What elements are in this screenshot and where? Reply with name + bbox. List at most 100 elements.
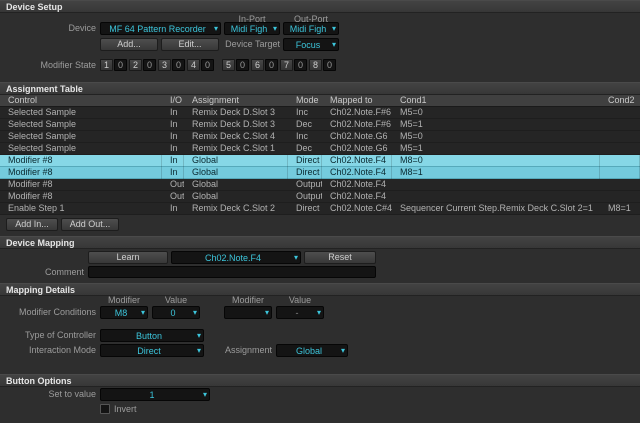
modifier-state-label: Modifier State — [40, 60, 96, 70]
cell-mapped-to: Ch02.Note.F4 — [322, 167, 392, 179]
out-port-select[interactable]: Midi Figh — [283, 22, 339, 35]
table-row[interactable]: Selected Sample In Remix Deck C.Slot 4 I… — [0, 131, 640, 143]
table-row[interactable]: Selected Sample In Remix Deck D.Slot 3 I… — [0, 107, 640, 119]
table-row-selected[interactable]: Modifier #8 In Global Direct Ch02.Note.F… — [0, 167, 640, 179]
modifier-condition2-select[interactable] — [224, 306, 272, 319]
cell-mode: Direct — [296, 203, 320, 213]
device-target-select-value: Focus — [295, 39, 321, 50]
in-port-select-value: Midi Figh — [230, 23, 268, 34]
modifier-state-value[interactable]: 0 — [323, 59, 336, 71]
interaction-mode-label: Interaction Mode — [28, 345, 96, 355]
modifier-state-num: 2 — [129, 59, 142, 71]
mapped-to-select[interactable]: Ch02.Note.F4 — [171, 251, 301, 264]
add-in-button[interactable]: Add In... — [6, 218, 58, 231]
cell-mode: Dec — [296, 119, 313, 129]
table-row[interactable]: Modifier #8 Out Global Output Ch02.Note.… — [0, 191, 640, 203]
modifier-condition1-value-value: 0 — [170, 307, 176, 318]
in-port-select[interactable]: Midi Figh — [224, 22, 280, 35]
cell-assignment: Global — [184, 155, 288, 167]
chevron-down-icon — [332, 23, 336, 34]
cell-control: Selected Sample — [8, 143, 77, 153]
set-to-value-select[interactable]: 1 — [100, 388, 210, 401]
modifier-state-value[interactable]: 0 — [114, 59, 127, 71]
device-target-select[interactable]: Focus — [283, 38, 339, 51]
type-of-controller-label: Type of Controller — [24, 330, 96, 340]
cell-mode: Inc — [296, 131, 309, 141]
modifier-condition1-value-select[interactable]: 0 — [152, 306, 200, 319]
chevron-down-icon — [332, 39, 336, 50]
modifier-state-num: 3 — [158, 59, 171, 71]
cell-cond1 — [392, 179, 600, 191]
section-header-assignment-table: Assignment Table — [0, 82, 640, 95]
assignment-label: Assignment — [224, 345, 272, 355]
modifier-condition2-value-select[interactable]: - — [276, 306, 324, 319]
chevron-down-icon — [197, 330, 201, 341]
modifier-state-value[interactable]: 0 — [172, 59, 185, 71]
cell-control: Selected Sample — [8, 107, 77, 117]
cell-io: In — [170, 131, 178, 141]
chevron-down-icon — [214, 23, 218, 34]
modifier-state-value[interactable]: 0 — [265, 59, 278, 71]
chevron-down-icon — [265, 307, 269, 318]
cell-cond1: M8=0 — [392, 155, 600, 167]
cell-mapped-to: Ch02.Note.F#6 — [330, 107, 392, 117]
column-header-cond2: Cond2 — [608, 95, 635, 105]
table-header-row: Control I/O Assignment Mode Mapped to Co… — [0, 95, 640, 107]
cell-io: In — [170, 107, 178, 117]
cell-assignment: Global — [192, 191, 219, 201]
cell-cond1: Sequencer Current Step.Remix Deck C.Slot… — [400, 203, 593, 213]
cell-cond2 — [600, 131, 640, 143]
section-header-device-setup: Device Setup — [0, 0, 640, 13]
device-label: Device — [68, 23, 96, 33]
invert-checkbox[interactable] — [100, 404, 110, 414]
table-row[interactable]: Enable Step 1 In Remix Deck C.Slot 2 Dir… — [0, 203, 640, 215]
modifier-condition2-value-value: - — [295, 307, 299, 318]
chevron-down-icon — [141, 307, 145, 318]
cell-control: Modifier #8 — [0, 167, 162, 179]
cell-cond2 — [600, 155, 640, 167]
table-row[interactable]: Selected Sample In Remix Deck C.Slot 1 D… — [0, 143, 640, 155]
cell-mode: Direct — [288, 167, 322, 179]
comment-label: Comment — [44, 267, 84, 277]
modifier-condition1-value: M8 — [114, 307, 128, 318]
type-of-controller-select[interactable]: Button — [100, 329, 204, 342]
section-header-device-mapping: Device Mapping — [0, 236, 640, 249]
modifier-state-value[interactable]: 0 — [236, 59, 249, 71]
cell-mode: Output — [296, 191, 322, 201]
cell-control: Modifier #8 — [0, 155, 162, 167]
chevron-down-icon — [273, 23, 277, 34]
table-row[interactable]: Modifier #8 Out Global Output Ch02.Note.… — [0, 179, 640, 191]
cell-cond1: M5=1 — [400, 143, 423, 153]
chevron-down-icon — [341, 345, 345, 356]
controller-manager-panel: Device Setup In-Port Out-Port Device MF … — [0, 0, 640, 423]
set-to-value-label: Set to value — [48, 389, 96, 399]
comment-input[interactable] — [88, 266, 376, 278]
cell-control: Modifier #8 — [8, 179, 53, 189]
modifier-state-value[interactable]: 0 — [294, 59, 307, 71]
modifier-condition1-select[interactable]: M8 — [100, 306, 148, 319]
modifier-state-value[interactable]: 0 — [143, 59, 156, 71]
column-header-assignment: Assignment — [192, 95, 240, 105]
add-out-button[interactable]: Add Out... — [61, 218, 119, 231]
cell-cond2 — [600, 119, 640, 131]
section-header-button-options: Button Options — [0, 374, 640, 387]
cell-control: Selected Sample — [8, 119, 77, 129]
device-select[interactable]: MF 64 Pattern Recorder — [100, 22, 221, 35]
cell-mode: Direct — [288, 155, 322, 167]
cell-mapped-to: Ch02.Note.F4 — [330, 191, 387, 201]
set-to-value-value: 1 — [149, 389, 155, 400]
table-row-selected[interactable]: Modifier #8 In Global Direct Ch02.Note.F… — [0, 155, 640, 167]
table-row[interactable]: Selected Sample In Remix Deck D.Slot 3 D… — [0, 119, 640, 131]
modifier-state-value[interactable]: 0 — [201, 59, 214, 71]
cell-assignment: Remix Deck C.Slot 2 — [192, 203, 276, 213]
assignment-select[interactable]: Global — [276, 344, 348, 357]
learn-button[interactable]: Learn — [88, 251, 168, 264]
cell-mapped-to: Ch02.Note.F#6 — [330, 119, 392, 129]
add-device-button[interactable]: Add... — [100, 38, 158, 51]
reset-button[interactable]: Reset — [304, 251, 376, 264]
modifier-state-num: 7 — [280, 59, 293, 71]
cell-io: In — [162, 155, 184, 167]
cell-io: In — [170, 203, 178, 213]
cell-mode: Output — [296, 179, 322, 189]
cell-mapped-to: Ch02.Note.G6 — [330, 143, 388, 153]
